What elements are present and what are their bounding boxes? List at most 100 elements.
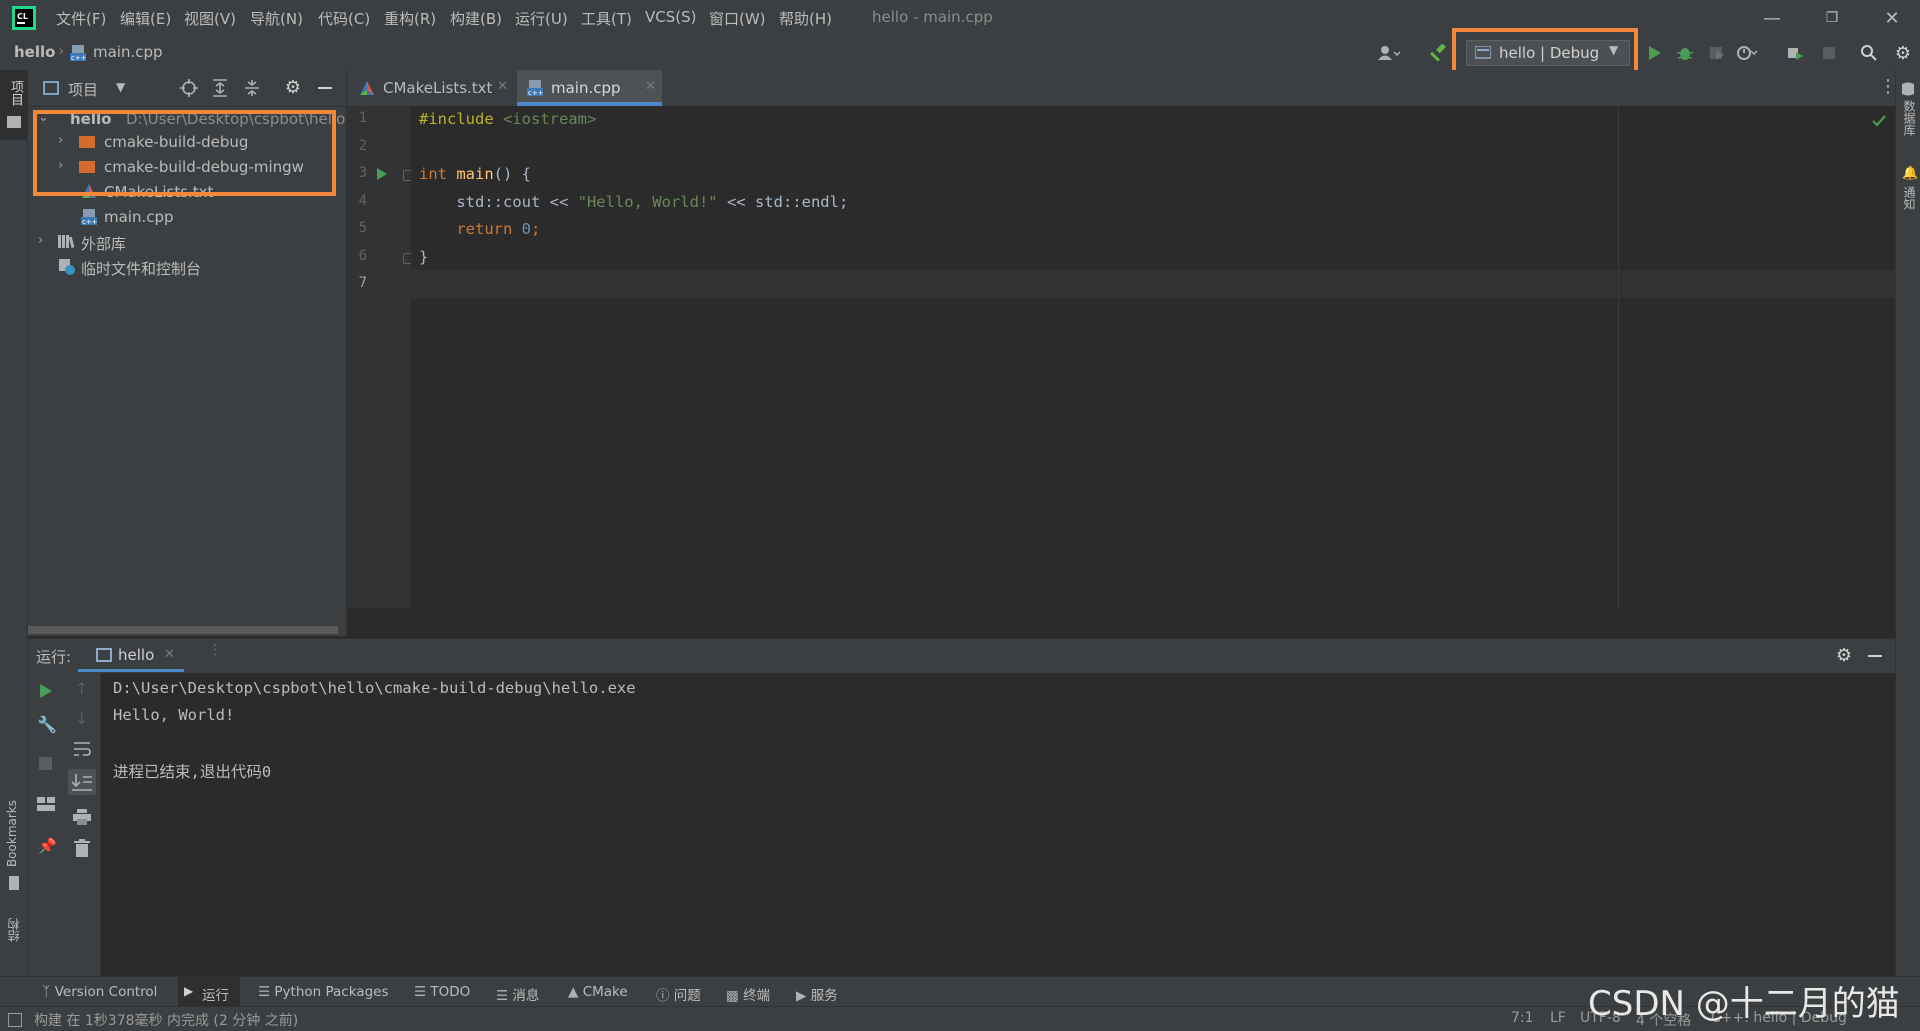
close-window-button[interactable]: ✕ — [1864, 4, 1920, 32]
structure-tool-label[interactable]: 结构 — [5, 918, 22, 942]
tool-label: 消息 — [512, 988, 540, 1004]
svg-text:c++: c++ — [71, 54, 87, 62]
close-icon[interactable]: ✕ — [164, 647, 175, 662]
cpp-file-icon: c++ — [81, 208, 99, 226]
code-line-4: std::cout << "Hello, World!" << std::end… — [419, 193, 849, 211]
menu-code[interactable]: 代码(C) — [318, 8, 370, 29]
stop-icon[interactable] — [1816, 42, 1842, 64]
active-tab-indicator — [78, 669, 184, 672]
scroll-to-end-button[interactable] — [68, 769, 96, 795]
more-options-icon[interactable]: ⋮ — [1879, 76, 1897, 97]
toggle-tool-windows-icon[interactable] — [8, 1013, 22, 1027]
tool-label: 运行 — [202, 988, 229, 1004]
coverage-icon[interactable] — [1704, 42, 1730, 64]
menu-tools[interactable]: 工具(T) — [581, 8, 632, 29]
run-config-selector[interactable]: hello | Debug ▼ — [1466, 40, 1630, 66]
svg-text:c++: c++ — [528, 89, 544, 97]
menu-window[interactable]: 窗口(W) — [709, 8, 766, 29]
menu-help[interactable]: 帮助(H) — [779, 8, 832, 29]
caret-position[interactable]: 7:1 — [1511, 1010, 1534, 1026]
tree-item-label: main.cpp — [104, 208, 174, 226]
breadcrumb-project[interactable]: hello — [14, 43, 55, 61]
tool-python-packages[interactable]: ☰ Python Packages — [258, 984, 388, 1000]
console-output[interactable]: D:\User\Desktop\cspbot\hello\cmake-build… — [101, 673, 1895, 976]
run-icon[interactable] — [1642, 42, 1668, 64]
project-view-icon — [43, 81, 59, 95]
pin-icon[interactable]: 📌 — [38, 837, 57, 855]
tool-label: Python Packages — [274, 984, 389, 1000]
menu-view[interactable]: 视图(V) — [184, 8, 236, 29]
tool-services[interactable]: ▶ 服务 — [796, 984, 838, 1004]
arrow-down-icon[interactable]: ↓ — [75, 709, 88, 728]
breadcrumb-file[interactable]: main.cpp — [93, 43, 163, 61]
tool-problems[interactable]: ⓘ 问题 — [656, 984, 701, 1004]
profiler-icon[interactable] — [1734, 42, 1760, 64]
stop-icon[interactable] — [39, 757, 52, 770]
layout-icon[interactable] — [37, 797, 55, 811]
attach-process-icon[interactable] — [1782, 42, 1808, 64]
menu-edit[interactable]: 编辑(E) — [120, 8, 171, 29]
project-panel-title[interactable]: 项目 — [68, 79, 98, 100]
user-icon[interactable] — [1376, 42, 1402, 64]
tool-messages[interactable]: ☰ 消息 — [496, 984, 539, 1004]
hide-panel-icon[interactable] — [1868, 655, 1882, 657]
line-number: 1 — [358, 110, 367, 126]
tab-main-cpp[interactable]: c++ main.cpp ✕ — [517, 70, 662, 106]
database-icon — [1901, 82, 1915, 96]
debug-bug-icon[interactable] — [1672, 42, 1698, 64]
run-tab-hello[interactable]: hello ✕ — [78, 639, 184, 672]
code-line-5: return 0; — [419, 220, 541, 238]
wrench-icon[interactable]: 🔧 — [37, 715, 57, 734]
database-tool-label[interactable]: 数据库 — [1901, 100, 1918, 136]
trash-icon[interactable] — [74, 839, 90, 857]
tool-cmake[interactable]: ▲ CMake — [568, 984, 628, 1000]
locate-file-icon[interactable] — [180, 79, 198, 97]
tool-run[interactable]: ▶ 运行 — [178, 977, 240, 1007]
hide-panel-icon[interactable] — [318, 87, 332, 89]
bookmarks-tool-label[interactable]: Bookmarks — [5, 800, 19, 867]
line-number: 2 — [358, 138, 367, 154]
editor-tab-bar: CMakeLists.txt ✕ c++ main.cpp ✕ ⋮ — [347, 70, 1897, 107]
code-editor[interactable]: #include <iostream> int main() { std::co… — [411, 106, 1895, 608]
tab-cmakelists[interactable]: CMakeLists.txt ✕ — [349, 70, 511, 106]
restore-button[interactable]: ❐ — [1804, 4, 1860, 32]
menu-run[interactable]: 运行(U) — [515, 8, 568, 29]
layers-icon: ☰ — [258, 984, 271, 1000]
rerun-icon[interactable] — [38, 683, 54, 699]
settings-gear-icon[interactable]: ⚙ — [283, 76, 303, 98]
project-tool-button[interactable]: 项目 — [0, 70, 27, 140]
close-icon[interactable]: ✕ — [497, 79, 508, 94]
tool-version-control[interactable]: ᛉ Version Control — [42, 984, 157, 1000]
notifications-tool-label[interactable]: 通知 — [1901, 186, 1918, 210]
settings-gear-icon[interactable]: ⚙ — [1890, 42, 1916, 64]
status-message[interactable]: 构建 在 1秒378毫秒 内完成 (2 分钟 之前) — [34, 1010, 298, 1030]
tree-item-main-cpp[interactable]: c++ main.cpp — [28, 204, 346, 229]
minimize-button[interactable]: — — [1744, 4, 1800, 32]
tree-item-scratches[interactable]: 临时文件和控制台 — [28, 254, 346, 279]
play-icon: ▶ — [184, 984, 194, 998]
tree-item-external-libraries[interactable]: › 外部库 — [28, 229, 346, 254]
menu-file[interactable]: 文件(F) — [56, 8, 106, 29]
menu-vcs[interactable]: VCS(S) — [645, 8, 696, 26]
tool-terminal[interactable]: ▩ 终端 — [726, 984, 770, 1004]
run-config-label: hello | Debug — [1499, 44, 1600, 62]
horizontal-scrollbar[interactable] — [28, 626, 338, 634]
close-icon[interactable]: ✕ — [645, 79, 656, 94]
menu-navigate[interactable]: 导航(N) — [250, 8, 303, 29]
chevron-down-icon[interactable]: ▼ — [116, 80, 125, 94]
arrow-up-icon[interactable]: ↑ — [75, 679, 88, 698]
menu-refactor[interactable]: 重构(R) — [384, 8, 436, 29]
settings-gear-icon[interactable]: ⚙ — [1834, 645, 1854, 666]
drag-handle-icon[interactable]: ⋮ — [208, 642, 222, 658]
tool-todo[interactable]: ☰ TODO — [414, 984, 470, 1000]
build-hammer-icon[interactable] — [1426, 42, 1452, 64]
search-icon[interactable] — [1856, 42, 1882, 64]
run-gutter-icon[interactable] — [375, 167, 389, 181]
collapse-all-icon[interactable] — [244, 79, 260, 97]
menu-build[interactable]: 构建(B) — [450, 8, 502, 29]
soft-wrap-icon[interactable] — [73, 741, 91, 757]
line-separator[interactable]: LF — [1550, 1010, 1566, 1026]
print-icon[interactable] — [73, 809, 91, 825]
tool-label: 终端 — [743, 988, 771, 1004]
expand-all-icon[interactable] — [212, 79, 228, 97]
